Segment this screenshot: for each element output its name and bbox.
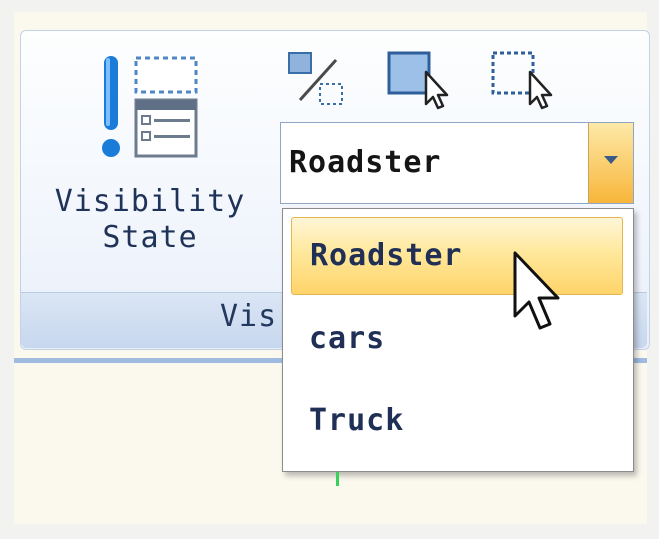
visibility-state-dropdown-list: Roadster cars Truck xyxy=(282,208,634,472)
mouse-pointer-icon xyxy=(513,251,560,330)
ribbon-panel-title: Vis xyxy=(220,299,278,334)
visibility-state-label-line2: State xyxy=(102,220,198,255)
dropdown-item-truck[interactable]: Truck xyxy=(291,383,621,459)
dropdown-item-label: Roadster xyxy=(310,238,463,273)
make-invisible-icon[interactable] xyxy=(490,48,558,110)
combobox-dropdown-button[interactable] xyxy=(588,123,633,203)
visibility-state-label: Visibility State xyxy=(30,184,270,256)
dropdown-item-label: Truck xyxy=(309,403,405,438)
dropdown-item-roadster[interactable]: Roadster xyxy=(291,217,623,295)
toggle-visibility-icon[interactable] xyxy=(286,50,348,110)
visibility-state-combobox[interactable]: Roadster xyxy=(280,122,634,204)
make-visible-icon[interactable] xyxy=(386,48,454,110)
combobox-value: Roadster xyxy=(289,145,442,180)
visibility-state-icon xyxy=(102,56,198,158)
visibility-state-label-line1: Visibility xyxy=(54,184,246,219)
chevron-down-icon xyxy=(604,156,618,164)
dropdown-item-cars[interactable]: cars xyxy=(291,301,621,377)
dropdown-item-label: cars xyxy=(309,321,386,356)
canvas-marker xyxy=(336,472,339,486)
